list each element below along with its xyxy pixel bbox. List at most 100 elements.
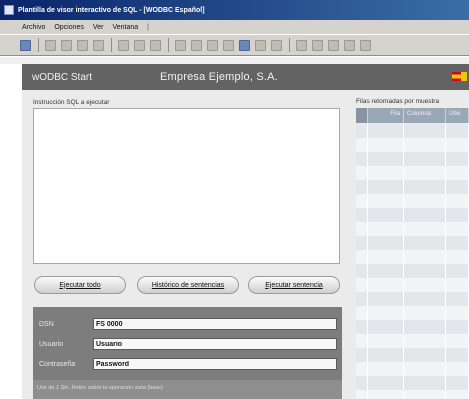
- table-cell[interactable]: [446, 390, 469, 399]
- dsn-field[interactable]: [93, 318, 337, 330]
- table-row[interactable]: [356, 264, 469, 278]
- sql-input[interactable]: [33, 108, 340, 264]
- table-cell[interactable]: [404, 376, 446, 390]
- table-cell[interactable]: [368, 278, 404, 292]
- menu-ventana[interactable]: Ventana: [112, 24, 138, 31]
- grid-header-cell[interactable]: Ubic: [446, 108, 469, 123]
- table-cell[interactable]: [368, 166, 404, 180]
- table-cell[interactable]: [356, 292, 368, 306]
- table-cell[interactable]: [356, 320, 368, 334]
- table-row[interactable]: [356, 124, 469, 138]
- find-icon[interactable]: [134, 39, 145, 51]
- table-cell[interactable]: [404, 222, 446, 236]
- table-cell[interactable]: [446, 292, 469, 306]
- table-cell[interactable]: [368, 236, 404, 250]
- table-cell[interactable]: [404, 306, 446, 320]
- table-cell[interactable]: [404, 320, 446, 334]
- menu-opciones[interactable]: Opciones: [54, 24, 84, 31]
- table-row[interactable]: [356, 278, 469, 292]
- table-cell[interactable]: [368, 334, 404, 348]
- table-row[interactable]: [356, 376, 469, 390]
- menu-archivo[interactable]: Archivo: [22, 24, 45, 31]
- table-cell[interactable]: [356, 250, 368, 264]
- table-row[interactable]: [356, 222, 469, 236]
- table-row[interactable]: [356, 306, 469, 320]
- table-cell[interactable]: [404, 278, 446, 292]
- table-cell[interactable]: [446, 166, 469, 180]
- table-cell[interactable]: [404, 236, 446, 250]
- table-row[interactable]: [356, 138, 469, 152]
- table-cell[interactable]: [446, 124, 469, 138]
- help-icon[interactable]: [223, 39, 234, 51]
- properties-icon[interactable]: [118, 39, 129, 51]
- table-row[interactable]: [356, 236, 469, 250]
- home-icon[interactable]: [360, 39, 371, 51]
- table-cell[interactable]: [368, 124, 404, 138]
- table-cell[interactable]: [446, 362, 469, 376]
- table-row[interactable]: [356, 208, 469, 222]
- table-cell[interactable]: [368, 194, 404, 208]
- paste-icon[interactable]: [93, 39, 104, 51]
- table-row[interactable]: [356, 180, 469, 194]
- spanish-flag-icon[interactable]: [452, 72, 461, 81]
- table-cell[interactable]: [404, 166, 446, 180]
- table-cell[interactable]: [446, 376, 469, 390]
- table-cell[interactable]: [356, 278, 368, 292]
- table-cell[interactable]: [446, 306, 469, 320]
- table-cell[interactable]: [356, 222, 368, 236]
- table-cell[interactable]: [356, 306, 368, 320]
- table-cell[interactable]: [356, 138, 368, 152]
- results-grid[interactable]: Fila Columna Ubic: [356, 108, 469, 399]
- table-cell[interactable]: [446, 222, 469, 236]
- table-cell[interactable]: [404, 390, 446, 399]
- password-field[interactable]: [93, 358, 337, 370]
- table-cell[interactable]: [356, 124, 368, 138]
- table-cell[interactable]: [446, 264, 469, 278]
- table-cell[interactable]: [446, 320, 469, 334]
- table-cell[interactable]: [404, 250, 446, 264]
- table-row[interactable]: [356, 250, 469, 264]
- table-cell[interactable]: [356, 180, 368, 194]
- table-row[interactable]: [356, 166, 469, 180]
- view-icon[interactable]: [239, 39, 250, 51]
- table-cell[interactable]: [404, 292, 446, 306]
- table-cell[interactable]: [356, 390, 368, 399]
- redo-icon[interactable]: [207, 39, 218, 51]
- table-cell[interactable]: [368, 250, 404, 264]
- zoom-icon[interactable]: [150, 39, 161, 51]
- table-cell[interactable]: [404, 334, 446, 348]
- execute-all-button[interactable]: Ejecutar todo: [34, 276, 126, 294]
- table-cell[interactable]: [356, 166, 368, 180]
- table-cell[interactable]: [356, 376, 368, 390]
- table-cell[interactable]: [356, 236, 368, 250]
- table-cell[interactable]: [356, 334, 368, 348]
- user-field[interactable]: [93, 338, 337, 350]
- undo-icon[interactable]: [191, 39, 202, 51]
- table-cell[interactable]: [404, 124, 446, 138]
- grid-icon[interactable]: [175, 39, 186, 51]
- refresh-icon[interactable]: [344, 39, 355, 51]
- table-row[interactable]: [356, 348, 469, 362]
- table-cell[interactable]: [368, 306, 404, 320]
- table-cell[interactable]: [368, 320, 404, 334]
- table-cell[interactable]: [404, 194, 446, 208]
- grid-header-cell[interactable]: [356, 108, 368, 123]
- table-row[interactable]: [356, 152, 469, 166]
- execute-statement-button[interactable]: Ejecutar sentencia: [248, 276, 340, 294]
- table-row[interactable]: [356, 390, 469, 399]
- table-cell[interactable]: [356, 208, 368, 222]
- table-row[interactable]: [356, 194, 469, 208]
- table-cell[interactable]: [404, 180, 446, 194]
- grid-header-cell[interactable]: Fila: [368, 108, 404, 123]
- table-row[interactable]: [356, 292, 469, 306]
- table-cell[interactable]: [368, 292, 404, 306]
- table-cell[interactable]: [446, 208, 469, 222]
- table-cell[interactable]: [356, 348, 368, 362]
- table-cell[interactable]: [368, 264, 404, 278]
- table-cell[interactable]: [368, 348, 404, 362]
- table-cell[interactable]: [368, 390, 404, 399]
- table-cell[interactable]: [446, 250, 469, 264]
- table-cell[interactable]: [356, 152, 368, 166]
- table-cell[interactable]: [368, 208, 404, 222]
- cut-icon[interactable]: [61, 39, 72, 51]
